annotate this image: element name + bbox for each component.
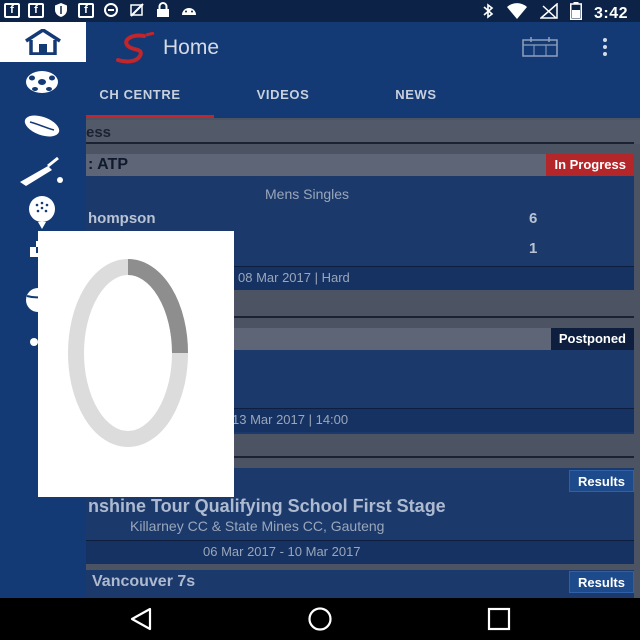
player-name: hompson <box>88 210 156 227</box>
card-title: Vancouver 7s <box>92 573 196 590</box>
results-badge[interactable]: Results <box>569 470 634 492</box>
facebook-icon: f <box>78 2 94 18</box>
tab-label: VIDEOS <box>256 87 310 102</box>
section-title: ess <box>86 124 112 141</box>
location-icon <box>102 2 120 18</box>
loading-spinner <box>68 259 188 447</box>
match-date: 13 Mar 2017 | 14:00 <box>232 412 349 427</box>
system-nav-bar <box>0 598 640 640</box>
tab-match-centre[interactable]: CH CENTRE <box>66 84 214 118</box>
app-bar: Home CH CENTRE VIDEOS NEWS <box>0 22 640 118</box>
status-badge: In Progress <box>546 154 634 176</box>
tab-bar: CH CENTRE VIDEOS NEWS <box>0 84 640 118</box>
wifi-icon <box>506 3 528 24</box>
results-badge[interactable]: Results <box>569 571 634 593</box>
android-icon <box>180 2 198 18</box>
event-venue: Killarney CC & State Mines CC, Gauteng <box>130 518 385 534</box>
soccer-ball-icon <box>26 71 58 93</box>
golf-ball-icon <box>29 196 55 229</box>
facebook-icon: f <box>28 2 44 18</box>
card-footer: 06 Mar 2017 - 10 Mar 2017 <box>0 540 634 564</box>
match-card-vancouver[interactable]: Vancouver 7s Results <box>0 570 634 598</box>
facebook-icon: f <box>4 2 20 18</box>
app-title: Home <box>163 36 220 59</box>
home-icon <box>25 29 61 55</box>
recents-icon[interactable] <box>484 606 514 632</box>
tab-label: NEWS <box>395 87 437 102</box>
home-circle-icon[interactable] <box>305 606 335 632</box>
rail-home[interactable] <box>0 22 86 62</box>
event-subtitle: Mens Singles <box>265 186 350 202</box>
rail-golf[interactable] <box>18 196 66 229</box>
app-screen: f f f 3:42 Home CH CENTRE VIDEOS NEWS es… <box>0 0 640 640</box>
player-score: 6 <box>529 210 538 227</box>
lock-icon <box>154 2 172 18</box>
calendar-icon[interactable] <box>522 37 558 57</box>
tab-label: CH CENTRE <box>99 87 181 102</box>
section-header: ess <box>0 120 640 144</box>
rugby-ball-icon <box>24 115 60 137</box>
player-score: 1 <box>529 240 538 257</box>
signal-icon <box>538 2 558 24</box>
cricket-bat-icon <box>20 156 63 186</box>
tab-news[interactable]: NEWS <box>370 84 462 118</box>
back-icon[interactable] <box>126 606 156 632</box>
card-title: : ATP <box>88 156 128 173</box>
match-date: 08 Mar 2017 | Hard <box>238 270 350 285</box>
card-header: : ATP In Progress <box>0 154 634 176</box>
bluetooth-icon <box>482 3 494 24</box>
no-sim-icon <box>128 2 146 18</box>
card-title: nshine Tour Qualifying School First Stag… <box>88 496 446 516</box>
match-date: 06 Mar 2017 - 10 Mar 2017 <box>203 544 361 559</box>
status-time: 3:42 <box>593 4 628 22</box>
rail-rugby[interactable] <box>18 110 66 142</box>
loading-dialog <box>38 231 234 497</box>
status-badge: Postponed <box>550 328 634 350</box>
rail-soccer[interactable] <box>18 66 66 98</box>
status-bar: f f f 3:42 <box>0 0 640 22</box>
section-divider <box>0 142 634 144</box>
tab-videos[interactable]: VIDEOS <box>232 84 334 118</box>
shield-icon <box>52 2 70 18</box>
overflow-menu-icon[interactable] <box>600 38 610 58</box>
supersport-logo <box>116 32 155 64</box>
rail-cricket[interactable] <box>18 154 66 186</box>
